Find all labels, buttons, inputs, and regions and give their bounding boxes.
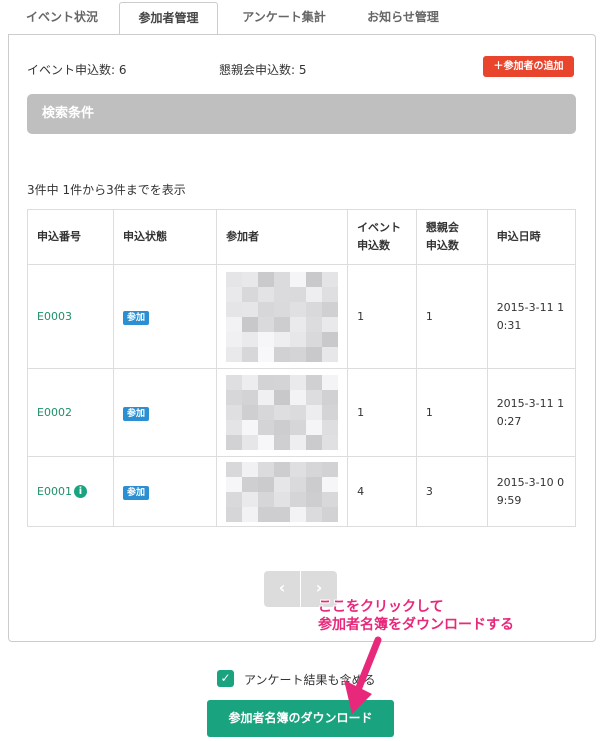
include-survey-label: アンケート結果も含める [244, 673, 376, 687]
tab-bar: イベント状況 参加者管理 アンケート集計 お知らせ管理 [0, 0, 600, 36]
header-event-count: イベント 申込数 [347, 209, 417, 265]
tab-event-status[interactable]: イベント状況 [14, 2, 110, 34]
date-cell: 2015-3-11 10:27 [486, 368, 577, 457]
result-count: 3件中 1件から3件までを表示 [27, 183, 186, 197]
date-cell: 2015-3-11 10:31 [486, 264, 577, 369]
participant-name-blurred [226, 461, 339, 522]
participant-name-blurred [226, 271, 339, 362]
event-count-cell: 4 [347, 456, 417, 527]
event-count-cell: 1 [347, 368, 417, 457]
status-badge: 参加 [123, 310, 150, 325]
include-survey-checkbox[interactable]: ✓ [217, 670, 234, 687]
info-icon[interactable]: i [73, 484, 87, 498]
table-row: E0002 参加 1 1 2015-3-11 10:27 [26, 368, 577, 457]
date-cell: 2015-3-10 09:59 [486, 456, 577, 527]
annotation-line-1: ここをクリックして [318, 599, 444, 615]
download-roster-button[interactable]: 参加者名簿のダウンロード [207, 700, 394, 737]
participants-panel: イベント申込数: 6 懇親会申込数: 5 ＋参加者の追加 検索条件 3件中 1件… [8, 34, 596, 642]
header-date: 申込日時 [486, 209, 577, 265]
header-id: 申込番号 [26, 209, 115, 265]
participant-name-blurred [226, 375, 339, 450]
application-id-link[interactable]: E0002 [37, 406, 72, 419]
table-header-row: 申込番号 申込状態 参加者 イベント 申込数 懇親会 申込数 申込日時 [26, 209, 577, 265]
annotation-line-2: 参加者名簿をダウンロードする [318, 617, 514, 633]
event-count-cell: 1 [347, 264, 417, 369]
status-badge: 参加 [123, 485, 150, 500]
header-participant: 参加者 [216, 209, 349, 265]
search-conditions-bar[interactable]: 検索条件 [27, 94, 576, 134]
participants-table: 申込番号 申込状態 参加者 イベント 申込数 懇親会 申込数 申込日時 E000… [26, 209, 577, 527]
event-count: イベント申込数: 6 [27, 63, 127, 77]
application-id-link[interactable]: E0001 [37, 485, 72, 498]
party-count: 懇親会申込数: 5 [219, 63, 307, 77]
party-count-cell: 1 [415, 264, 488, 369]
party-count-cell: 1 [415, 368, 488, 457]
tab-survey[interactable]: アンケート集計 [229, 2, 339, 34]
tab-notices[interactable]: お知らせ管理 [350, 2, 456, 34]
prev-page-button[interactable]: ‹ [264, 571, 300, 607]
party-count-cell: 3 [415, 456, 488, 527]
header-party-count: 懇親会 申込数 [415, 209, 488, 265]
application-id-link[interactable]: E0003 [37, 310, 72, 323]
table-row: E0003 参加 1 1 2015-3-11 10:31 [26, 264, 577, 369]
annotation-callout: ここをクリックして 参加者名簿をダウンロードする [318, 598, 514, 634]
status-badge: 参加 [123, 406, 150, 421]
add-participant-button[interactable]: ＋参加者の追加 [483, 56, 574, 77]
tab-participants[interactable]: 参加者管理 [119, 2, 218, 36]
table-row: E0001 i 参加 4 3 2015-3-10 09:59 [26, 456, 577, 527]
header-status: 申込状態 [113, 209, 218, 265]
